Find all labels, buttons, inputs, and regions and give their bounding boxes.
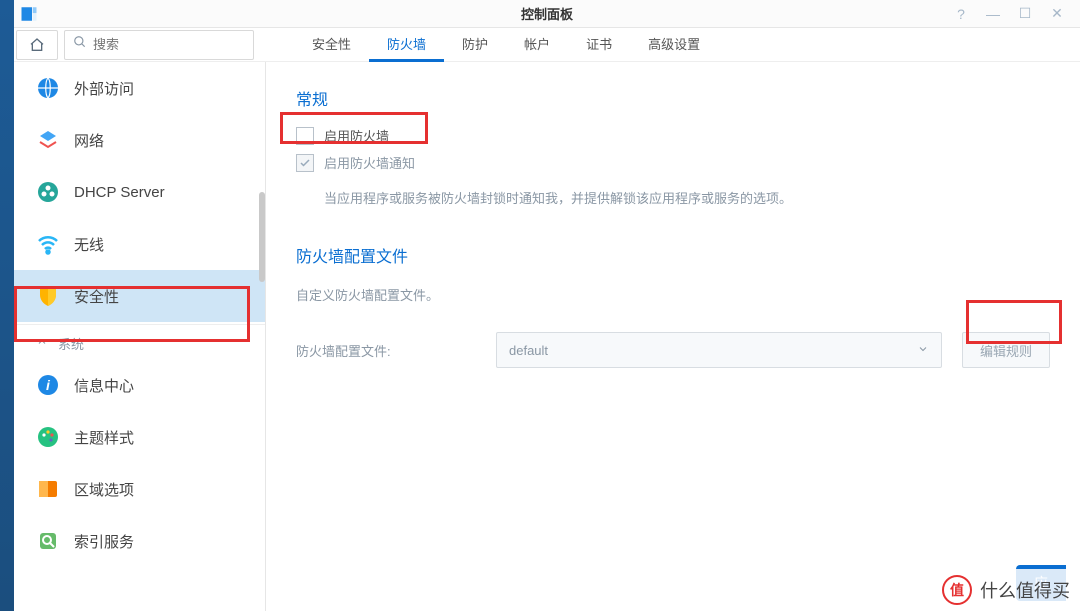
sidebar-item-dhcp[interactable]: DHCP Server bbox=[14, 166, 265, 218]
sidebar-item-label: 网络 bbox=[74, 130, 104, 151]
enable-notify-row: 启用防火墙通知 bbox=[296, 151, 1050, 178]
network-icon bbox=[36, 128, 60, 152]
chevron-down-icon bbox=[917, 343, 929, 358]
sidebar-group-label: 系统 bbox=[58, 334, 84, 353]
tab-protect[interactable]: 防护 bbox=[444, 28, 506, 62]
dhcp-icon bbox=[36, 180, 60, 204]
sidebar-item-label: 区域选项 bbox=[74, 479, 134, 500]
sidebar-item-label: 索引服务 bbox=[74, 531, 134, 552]
tab-firewall[interactable]: 防火墙 bbox=[369, 28, 444, 62]
profile-select[interactable]: default bbox=[496, 332, 942, 368]
chevron-up-icon bbox=[36, 336, 48, 351]
search-input[interactable] bbox=[93, 37, 245, 52]
minimize-button[interactable]: — bbox=[982, 3, 1004, 25]
enable-firewall-checkbox[interactable] bbox=[296, 127, 314, 145]
sidebar-item-index[interactable]: 索引服务 bbox=[14, 515, 265, 567]
notify-description: 当应用程序或服务被防火墙封锁时通知我，并提供解锁该应用程序或服务的选项。 bbox=[296, 178, 1050, 211]
sidebar-item-wireless[interactable]: 无线 bbox=[14, 218, 265, 270]
edit-rules-button[interactable]: 编辑规则 bbox=[962, 332, 1050, 368]
sidebar-separator bbox=[14, 324, 265, 325]
enable-firewall-row[interactable]: 启用防火墙 bbox=[296, 124, 1050, 151]
sidebar-item-label: 信息中心 bbox=[74, 375, 134, 396]
search-icon bbox=[73, 35, 87, 54]
profile-select-value: default bbox=[509, 343, 548, 358]
sidebar-item-label: DHCP Server bbox=[74, 184, 165, 201]
profile-description: 自定义防火墙配置文件。 bbox=[296, 281, 1050, 314]
globe-icon bbox=[36, 76, 60, 100]
tabs: 安全性 防火墙 防护 帐户 证书 高级设置 bbox=[294, 28, 718, 62]
enable-firewall-label: 启用防火墙 bbox=[324, 126, 389, 145]
search-box[interactable] bbox=[64, 30, 254, 60]
desktop-left-strip bbox=[0, 0, 14, 611]
sidebar-group-system[interactable]: 系统 bbox=[14, 327, 265, 359]
sidebar-item-label: 外部访问 bbox=[74, 78, 134, 99]
sidebar-item-region[interactable]: 区域选项 bbox=[14, 463, 265, 515]
sidebar-item-label: 无线 bbox=[74, 234, 104, 255]
wifi-icon bbox=[36, 232, 60, 256]
sidebar-item-label: 主题样式 bbox=[74, 427, 134, 448]
sidebar-item-theme[interactable]: 主题样式 bbox=[14, 411, 265, 463]
sidebar-item-security[interactable]: 安全性 bbox=[14, 270, 265, 322]
app-icon bbox=[14, 0, 44, 28]
region-icon bbox=[36, 477, 60, 501]
palette-icon bbox=[36, 425, 60, 449]
tab-cert[interactable]: 证书 bbox=[568, 28, 630, 62]
info-icon: i bbox=[36, 373, 60, 397]
tab-security[interactable]: 安全性 bbox=[294, 28, 369, 62]
content-area: 常规 启用防火墙 启用防火墙通知 当应用程序或服务被防火墙封锁时通知我，并提供解… bbox=[266, 62, 1080, 611]
sidebar-scrollbar[interactable] bbox=[259, 192, 265, 282]
window-title: 控制面板 bbox=[14, 4, 1080, 23]
watermark: 值 什么值得买 bbox=[932, 569, 1080, 611]
sidebar-item-label: 安全性 bbox=[74, 286, 119, 307]
sidebar: 外部访问 网络 DHCP Server 无线 安全性 bbox=[14, 62, 266, 611]
shield-icon bbox=[36, 284, 60, 308]
section-profile-title: 防火墙配置文件 bbox=[296, 243, 1050, 267]
help-button[interactable]: ? bbox=[950, 3, 972, 25]
sidebar-item-external[interactable]: 外部访问 bbox=[14, 62, 265, 114]
sidebar-item-info[interactable]: i 信息中心 bbox=[14, 359, 265, 411]
tab-account[interactable]: 帐户 bbox=[506, 28, 568, 62]
profile-label: 防火墙配置文件: bbox=[296, 341, 476, 360]
watermark-text: 什么值得买 bbox=[980, 577, 1070, 603]
maximize-button[interactable]: ☐ bbox=[1014, 3, 1036, 25]
enable-notify-label: 启用防火墙通知 bbox=[324, 153, 415, 172]
section-general-title: 常规 bbox=[296, 86, 1050, 110]
sidebar-item-network[interactable]: 网络 bbox=[14, 114, 265, 166]
control-panel-window: 控制面板 ? — ☐ ✕ 安全性 防火墙 防护 帐户 bbox=[14, 0, 1080, 611]
titlebar: 控制面板 ? — ☐ ✕ bbox=[14, 0, 1080, 28]
close-button[interactable]: ✕ bbox=[1046, 3, 1068, 25]
enable-notify-checkbox bbox=[296, 154, 314, 172]
index-icon bbox=[36, 529, 60, 553]
home-button[interactable] bbox=[16, 30, 58, 60]
toolbar: 安全性 防火墙 防护 帐户 证书 高级设置 bbox=[14, 28, 1080, 62]
tab-advanced[interactable]: 高级设置 bbox=[630, 28, 718, 62]
watermark-badge: 值 bbox=[942, 575, 972, 605]
